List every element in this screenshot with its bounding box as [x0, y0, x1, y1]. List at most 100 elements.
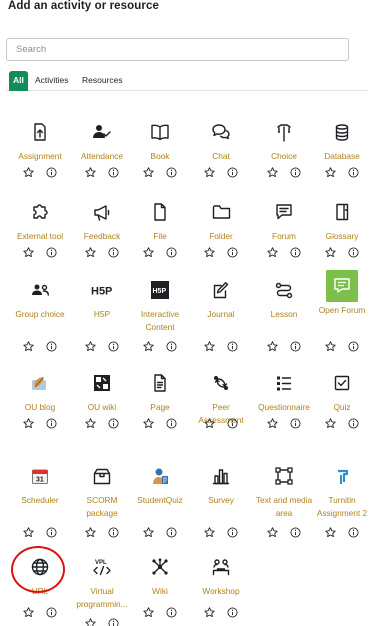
info-icon[interactable]: [348, 417, 360, 429]
info-icon[interactable]: [166, 246, 178, 258]
info-icon[interactable]: [290, 246, 302, 258]
activity-attendance[interactable]: Attendance: [71, 118, 133, 178]
star-icon[interactable]: [267, 340, 279, 352]
star-icon[interactable]: [143, 166, 155, 178]
activity-studentquiz[interactable]: StudentQuiz: [129, 462, 191, 538]
activity-wiki[interactable]: Wiki: [129, 553, 191, 618]
activity-assignment[interactable]: Assignment: [9, 118, 71, 178]
info-icon[interactable]: [46, 417, 58, 429]
info-icon[interactable]: [108, 617, 120, 626]
info-icon[interactable]: [290, 526, 302, 538]
info-icon[interactable]: [290, 340, 302, 352]
info-icon[interactable]: [46, 166, 58, 178]
activity-database[interactable]: Database: [311, 118, 373, 178]
info-icon[interactable]: [46, 526, 58, 538]
info-icon[interactable]: [227, 340, 239, 352]
activity-chat[interactable]: Chat: [190, 118, 252, 178]
star-icon[interactable]: [325, 417, 337, 429]
info-icon[interactable]: [108, 340, 120, 352]
info-icon[interactable]: [46, 340, 58, 352]
activity-ou-blog[interactable]: OU blog: [9, 369, 71, 429]
star-icon[interactable]: [325, 526, 337, 538]
info-icon[interactable]: [227, 417, 239, 429]
activity-external-tool[interactable]: External tool: [9, 198, 71, 258]
activity-open-forum[interactable]: Open Forum: [311, 270, 373, 352]
star-icon[interactable]: [23, 606, 35, 618]
activity-glossary[interactable]: Glossary: [311, 198, 373, 258]
star-icon[interactable]: [143, 340, 155, 352]
star-icon[interactable]: [325, 246, 337, 258]
info-icon[interactable]: [348, 526, 360, 538]
star-icon[interactable]: [143, 417, 155, 429]
activity-file[interactable]: File: [129, 198, 191, 258]
star-icon[interactable]: [23, 417, 35, 429]
activity-book[interactable]: Book: [129, 118, 191, 178]
info-icon[interactable]: [108, 417, 120, 429]
star-icon[interactable]: [85, 166, 97, 178]
info-icon[interactable]: [166, 526, 178, 538]
star-icon[interactable]: [325, 166, 337, 178]
star-icon[interactable]: [85, 617, 97, 626]
info-icon[interactable]: [108, 246, 120, 258]
activity-questionnaire[interactable]: Questionnaire: [253, 369, 315, 429]
star-icon[interactable]: [204, 417, 216, 429]
info-icon[interactable]: [227, 246, 239, 258]
star-icon[interactable]: [143, 526, 155, 538]
star-icon[interactable]: [85, 417, 97, 429]
star-icon[interactable]: [23, 246, 35, 258]
star-icon[interactable]: [204, 340, 216, 352]
info-icon[interactable]: [46, 246, 58, 258]
activity-page[interactable]: Page: [129, 369, 191, 429]
star-icon[interactable]: [325, 340, 337, 352]
info-icon[interactable]: [290, 417, 302, 429]
info-icon[interactable]: [166, 417, 178, 429]
activity-group-choice[interactable]: Group choice: [9, 276, 71, 352]
star-icon[interactable]: [143, 606, 155, 618]
star-icon[interactable]: [204, 526, 216, 538]
star-icon[interactable]: [23, 340, 35, 352]
activity-ou-wiki[interactable]: OU wiki: [71, 369, 133, 429]
activity-quiz[interactable]: Quiz: [311, 369, 373, 429]
activity-feedback[interactable]: Feedback: [71, 198, 133, 258]
info-icon[interactable]: [227, 606, 239, 618]
info-icon[interactable]: [290, 166, 302, 178]
activity-choice[interactable]: Choice: [253, 118, 315, 178]
info-icon[interactable]: [348, 246, 360, 258]
info-icon[interactable]: [166, 340, 178, 352]
activity-folder[interactable]: Folder: [190, 198, 252, 258]
star-icon[interactable]: [267, 417, 279, 429]
star-icon[interactable]: [267, 526, 279, 538]
activity-turnitin-assignment-2[interactable]: Turnitin Assignment 2: [311, 462, 373, 538]
activity-scorm-package[interactable]: SCORM package: [71, 462, 133, 538]
star-icon[interactable]: [85, 340, 97, 352]
info-icon[interactable]: [108, 526, 120, 538]
activity-peer-assessment[interactable]: Peer Assessment: [190, 369, 252, 429]
star-icon[interactable]: [23, 526, 35, 538]
info-icon[interactable]: [348, 166, 360, 178]
info-icon[interactable]: [108, 166, 120, 178]
star-icon[interactable]: [267, 246, 279, 258]
star-icon[interactable]: [204, 246, 216, 258]
star-icon[interactable]: [204, 606, 216, 618]
star-icon[interactable]: [85, 246, 97, 258]
star-icon[interactable]: [204, 166, 216, 178]
activity-lesson[interactable]: Lesson: [253, 276, 315, 352]
info-icon[interactable]: [227, 526, 239, 538]
activity-survey[interactable]: Survey: [190, 462, 252, 538]
activity-workshop[interactable]: Workshop: [190, 553, 252, 618]
activity-interactive-content[interactable]: H5P Interactive Content: [129, 276, 191, 352]
activity-journal[interactable]: Journal: [190, 276, 252, 352]
star-icon[interactable]: [85, 526, 97, 538]
info-icon[interactable]: [348, 340, 360, 352]
star-icon[interactable]: [267, 166, 279, 178]
info-icon[interactable]: [46, 606, 58, 618]
activity-forum[interactable]: Forum: [253, 198, 315, 258]
star-icon[interactable]: [143, 246, 155, 258]
star-icon[interactable]: [23, 166, 35, 178]
activity-scheduler[interactable]: 31 Scheduler: [9, 462, 71, 538]
info-icon[interactable]: [166, 166, 178, 178]
activity-text-and-media-area[interactable]: Text and media area: [253, 462, 315, 538]
info-icon[interactable]: [166, 606, 178, 618]
info-icon[interactable]: [227, 166, 239, 178]
activity-h5p[interactable]: H5P H5P: [71, 276, 133, 352]
